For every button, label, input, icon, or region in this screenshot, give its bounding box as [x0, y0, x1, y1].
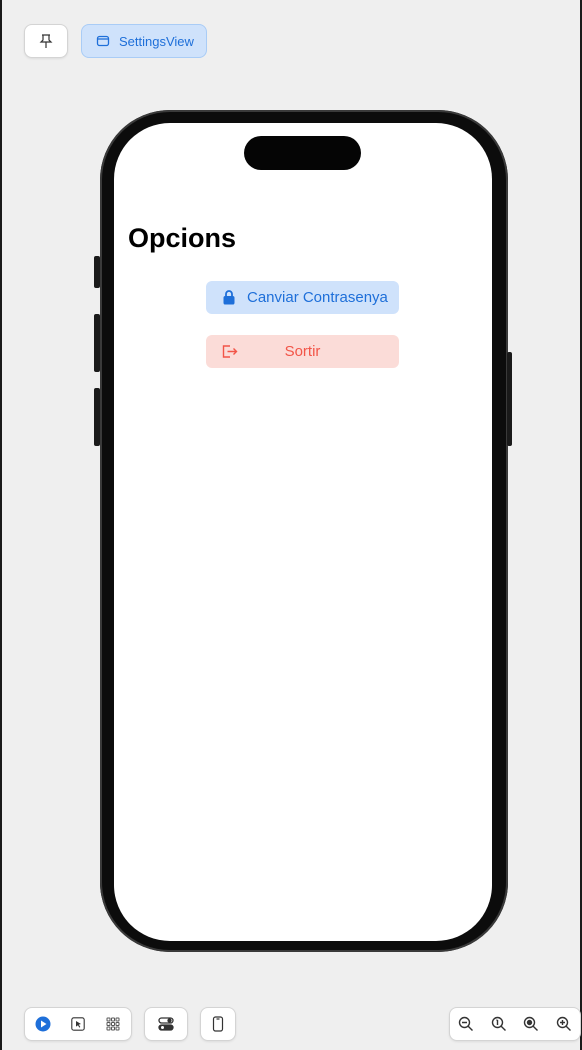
dynamic-island [244, 136, 361, 170]
zoom-in-icon[interactable] [555, 1015, 573, 1033]
phone-screen: Opcions Canviar Contrasenya Sortir [114, 123, 492, 941]
action-button [94, 256, 100, 288]
zoom-fit-icon[interactable] [490, 1015, 508, 1033]
live-preview-icon[interactable] [34, 1015, 52, 1033]
selectable-icon[interactable] [69, 1015, 87, 1033]
zoom-actual-icon[interactable] [522, 1015, 540, 1033]
device-button[interactable] [200, 1007, 236, 1041]
zoom-out-icon[interactable] [457, 1015, 475, 1033]
device-icon [209, 1015, 227, 1033]
preview-canvas: SettingsView Opcions Canviar Contrasenya [0, 0, 582, 1050]
pin-button[interactable] [24, 24, 68, 58]
device-settings-icon [157, 1015, 175, 1033]
window-icon [94, 32, 112, 50]
view-chip-label: SettingsView [119, 33, 194, 49]
pin-icon [37, 32, 55, 50]
logout-label: Sortir [284, 343, 321, 360]
logout-button[interactable]: Sortir [206, 335, 399, 368]
page-title: Opcions [128, 223, 237, 253]
power-button [507, 352, 512, 446]
preview-mode-group [24, 1007, 132, 1041]
lock-icon [220, 289, 238, 307]
device-settings-button[interactable] [144, 1007, 188, 1041]
variants-icon[interactable] [104, 1015, 122, 1033]
volume-down-button [94, 388, 100, 446]
volume-up-button [94, 314, 100, 372]
change-password-label: Canviar Contrasenya [247, 289, 388, 306]
zoom-controls [449, 1007, 581, 1041]
settings-view-chip[interactable]: SettingsView [81, 24, 207, 58]
change-password-button[interactable]: Canviar Contrasenya [206, 281, 399, 314]
